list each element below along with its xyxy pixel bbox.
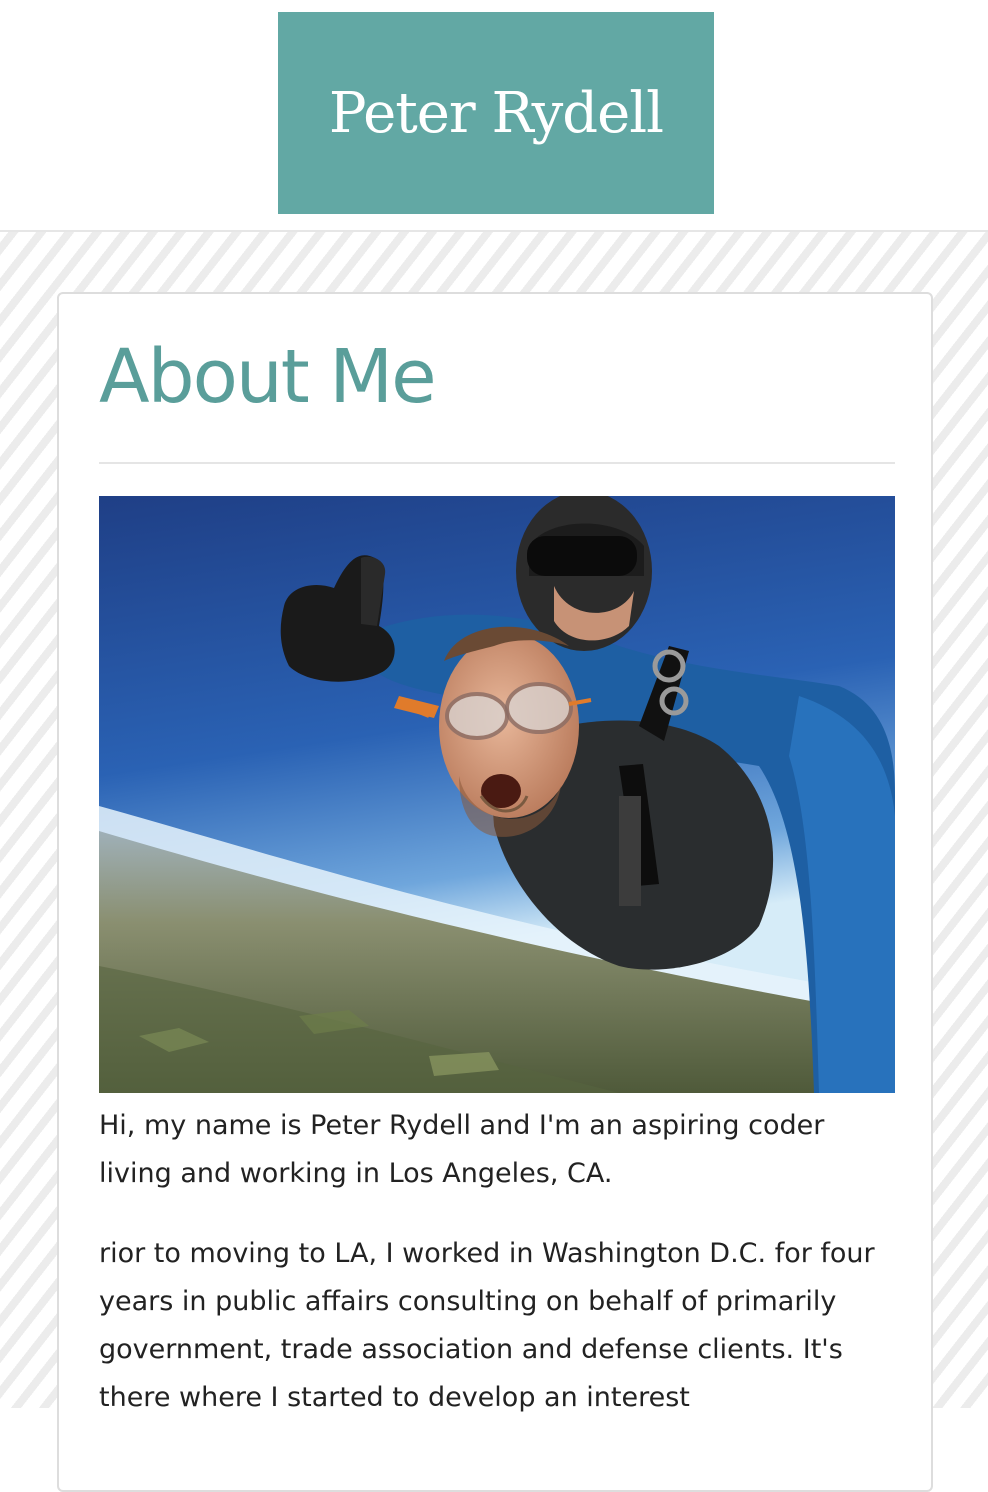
site-title-logo[interactable]: Peter Rydell xyxy=(278,12,714,214)
skydiving-photo xyxy=(99,496,895,1093)
heading-divider xyxy=(99,462,895,464)
about-card: About Me Hi, my name is Peter Rydell and… xyxy=(57,292,933,1492)
page-title: About Me xyxy=(99,334,437,420)
site-header: Peter Rydell xyxy=(0,0,988,232)
about-text: Hi, my name is Peter Rydell and I'm an a… xyxy=(99,1102,895,1454)
background-paragraph: rior to moving to LA, I worked in Washin… xyxy=(99,1238,875,1413)
intro-paragraph: Hi, my name is Peter Rydell and I'm an a… xyxy=(99,1110,825,1189)
